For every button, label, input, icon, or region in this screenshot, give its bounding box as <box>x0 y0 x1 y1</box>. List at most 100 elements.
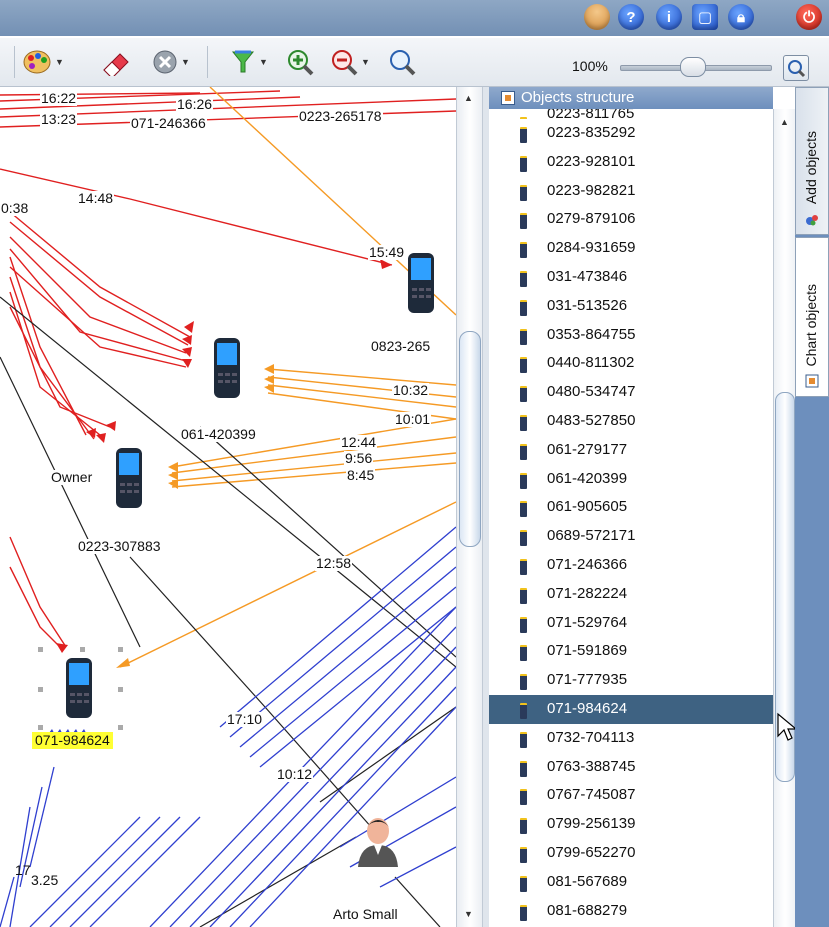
time-label: 13:23 <box>40 111 78 127</box>
list-item-label: 081-567689 <box>547 872 628 890</box>
list-item-label: 0223-835292 <box>547 124 636 141</box>
panel-title-text: Objects structure <box>521 89 635 106</box>
list-item[interactable]: 0480-534747 <box>489 378 773 407</box>
scroll-up-icon[interactable]: ▲ <box>780 117 789 127</box>
list-item[interactable]: 071-282224 <box>489 580 773 609</box>
eraser-button[interactable] <box>98 48 132 76</box>
list-item[interactable]: 0279-879106 <box>489 205 773 234</box>
chart-canvas[interactable]: 16:22 16:26 13:23 071-246366 0223-265178… <box>0 87 456 927</box>
canvas-scrollbar[interactable]: ▲ ▼ <box>456 87 483 927</box>
mobile-phone-icon <box>520 846 527 863</box>
mobile-phone-icon <box>520 472 527 489</box>
list-item-label: 0223-811765 <box>547 109 635 119</box>
time-label: 10:12 <box>276 766 314 782</box>
zoom-slider-knob[interactable] <box>680 57 706 77</box>
chevron-down-icon[interactable]: ▼ <box>361 57 370 67</box>
mobile-phone-icon <box>520 213 527 230</box>
info-icon[interactable]: i <box>656 4 682 30</box>
mobile-phone-icon <box>520 443 527 460</box>
list-item[interactable]: 061-420399 <box>489 465 773 494</box>
list-item-label: 061-279177 <box>547 440 628 458</box>
list-item[interactable]: 0440-811302 <box>489 349 773 378</box>
zoom-out-button[interactable]: ▼ <box>330 48 370 76</box>
fit-to-window-button[interactable] <box>783 55 809 81</box>
mobile-phone-icon <box>520 616 527 633</box>
list-item[interactable]: 061-279177 <box>489 436 773 465</box>
top-bar: ? i ▢ 🔒︎ ⏻ <box>0 0 829 36</box>
list-item[interactable]: 0483-527850 <box>489 407 773 436</box>
chevron-down-icon[interactable]: ▼ <box>259 57 268 67</box>
tab-chart-objects[interactable]: Chart objects <box>795 237 829 397</box>
list-item-label: 0763-388745 <box>547 757 636 775</box>
mobile-phone-icon <box>520 530 527 547</box>
mobile-phone-icon <box>520 386 527 403</box>
selected-node-label: 071-984624 <box>32 732 113 749</box>
user-icon[interactable] <box>584 4 610 30</box>
node-label: 0223-265178 <box>298 108 383 124</box>
lock-icon[interactable]: 🔒︎ <box>728 4 754 30</box>
help-icon[interactable]: ? <box>618 4 644 30</box>
mobile-phone-icon <box>520 127 527 143</box>
time-label: 0:38 <box>0 200 30 216</box>
list-item[interactable]: 0799-652270 <box>489 839 773 868</box>
list-item[interactable]: 0689-572171 <box>489 522 773 551</box>
list-item-label: 0483-527850 <box>547 411 636 429</box>
time-label: 15:49 <box>368 244 406 260</box>
list-item[interactable]: 0353-864755 <box>489 321 773 350</box>
chart-objects-icon <box>805 374 819 388</box>
phone-node-0223-307883[interactable] <box>114 447 144 509</box>
palette-button[interactable]: ▼ <box>22 48 64 76</box>
list-item[interactable]: 0284-931659 <box>489 234 773 263</box>
list-item[interactable]: 081-688279 <box>489 897 773 926</box>
toolbar-separator <box>207 46 208 78</box>
list-item[interactable]: 0223-982821 <box>489 177 773 206</box>
phone-node-0823-265[interactable] <box>406 252 436 314</box>
link-graph <box>0 87 456 927</box>
tab-add-objects[interactable]: Add objects <box>795 87 829 235</box>
power-icon[interactable]: ⏻ <box>796 4 822 30</box>
list-item[interactable]: 071-529764 <box>489 609 773 638</box>
zoom-button[interactable] <box>388 48 416 76</box>
zoom-in-button[interactable] <box>286 48 314 76</box>
list-item[interactable]: 0799-256139 <box>489 810 773 839</box>
phone-node-061-420399[interactable] <box>212 337 242 399</box>
list-item-label: 0223-928101 <box>547 152 636 170</box>
time-label: 16:26 <box>176 96 214 112</box>
scroll-down-icon[interactable]: ▼ <box>464 909 473 919</box>
list-item-label: 061-905605 <box>547 498 628 516</box>
list-item[interactable]: 0223-928101 <box>489 148 773 177</box>
time-label: 10:32 <box>392 382 430 398</box>
panel-scrollbar[interactable]: ▲ <box>773 109 796 927</box>
list-item[interactable]: 071-246366 <box>489 551 773 580</box>
list-item-label: 071-529764 <box>547 613 628 631</box>
objects-list: 0223-811765 0223-835292 0223-928101 0223-98… <box>489 109 773 925</box>
list-item[interactable]: 071-777935 <box>489 666 773 695</box>
delete-button[interactable]: ▼ <box>152 48 190 76</box>
list-item[interactable]: 0732-704113 <box>489 724 773 753</box>
list-item[interactable]: 081-567689 <box>489 868 773 897</box>
mobile-phone-icon <box>520 760 527 777</box>
fullscreen-icon[interactable]: ▢ <box>692 4 718 30</box>
chevron-down-icon[interactable]: ▼ <box>55 57 64 67</box>
zoom-level: 100% <box>572 58 608 74</box>
list-item-selected[interactable]: 071-984624 <box>489 694 773 724</box>
list-item[interactable]: 0767-745087 <box>489 781 773 810</box>
filter-icon <box>231 50 255 73</box>
list-item[interactable]: 031-513526 <box>489 292 773 321</box>
chevron-down-icon[interactable]: ▼ <box>181 57 190 67</box>
person-node-arto-small[interactable] <box>354 815 402 867</box>
list-item-label: 0732-704113 <box>547 728 635 746</box>
list-item[interactable]: 0763-388745 <box>489 753 773 782</box>
zoom-fit-icon <box>788 60 806 78</box>
red-arrowheads <box>56 259 392 653</box>
node-label: 0823-265 <box>370 338 432 354</box>
list-item[interactable]: 031-473846 <box>489 263 773 292</box>
list-item[interactable]: 061-905605 <box>489 493 773 522</box>
list-item[interactable]: 0223-811765 <box>489 109 773 119</box>
scroll-up-icon[interactable]: ▲ <box>464 93 473 103</box>
list-item[interactable]: 0223-835292 <box>489 119 773 148</box>
scrollbar-thumb[interactable] <box>459 331 481 547</box>
list-item[interactable]: 071-591869 <box>489 637 773 666</box>
phone-node-071-984624[interactable] <box>64 657 94 719</box>
filter-button[interactable]: ▼ <box>230 48 268 76</box>
